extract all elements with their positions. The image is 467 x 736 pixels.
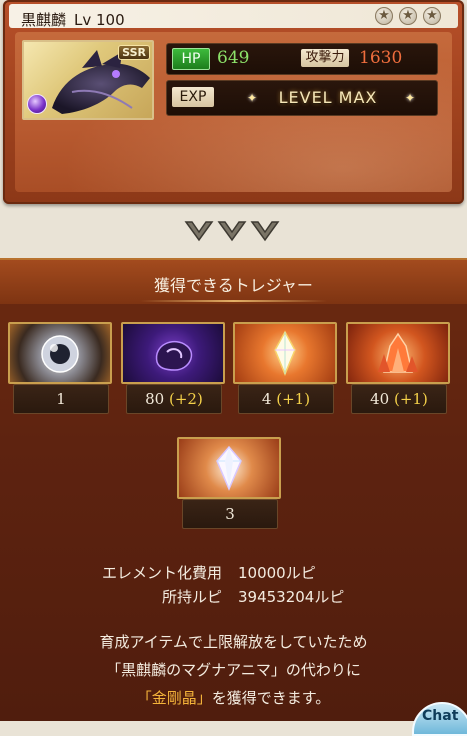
message-line: 「金剛晶」を獲得できます。 bbox=[0, 684, 467, 712]
character-name: 黒麒麟 bbox=[21, 11, 67, 29]
owned-rupie-label: 所持ルピ bbox=[161, 588, 222, 606]
treasure-count-value: 4 bbox=[261, 390, 272, 408]
highlight-item-name: 「金剛晶」 bbox=[136, 689, 212, 707]
rarity-star-icon: ★ bbox=[423, 7, 441, 25]
divider bbox=[140, 300, 327, 302]
attack-value: 1630 bbox=[359, 48, 403, 68]
treasure-count: 4 (+1) bbox=[238, 384, 334, 414]
conversion-message: 育成アイテムで上限解放をしていたため 「黒麒麟のマグナアニマ」の代わりに 「金剛… bbox=[0, 628, 467, 712]
treasure-count: 1 bbox=[13, 384, 109, 414]
character-name-line: 黒麒麟 Lv 100 bbox=[21, 9, 125, 30]
treasure-count: 40 (+1) bbox=[351, 384, 447, 414]
treasure-panel-title: 獲得できるトレジャー bbox=[154, 276, 313, 295]
treasure-count-value: 40 bbox=[370, 390, 390, 408]
dark-stone-icon bbox=[121, 322, 225, 384]
character-level: Lv 100 bbox=[74, 11, 125, 29]
message-line: 「黒麒麟のマグナアニマ」の代わりに bbox=[106, 661, 361, 679]
chevron-down-icon bbox=[217, 221, 247, 242]
diamond-icon bbox=[177, 437, 281, 499]
owned-rupie-row: 所持ルピ 39453204ルピ bbox=[0, 586, 467, 606]
message-line: 育成アイテムで上限解放をしていたため bbox=[99, 633, 368, 651]
exp-label: EXP bbox=[172, 87, 214, 107]
treasure-panel-header: 獲得できるトレジャー bbox=[0, 260, 467, 304]
level-max-label: LEVEL MAX bbox=[278, 88, 378, 107]
treasure-count-value: 3 bbox=[225, 505, 235, 523]
treasure-count: 3 bbox=[182, 499, 278, 529]
chevron-down-icon bbox=[184, 221, 214, 242]
treasure-count-value: 1 bbox=[56, 390, 66, 408]
hp-attack-bar: HP 649 攻撃力 1630 bbox=[166, 43, 438, 75]
character-title-bar: 黒麒麟 Lv 100 ★ ★ ★ bbox=[9, 4, 458, 30]
owned-rupie-value: 39453204ルピ bbox=[238, 588, 345, 606]
progression-arrows bbox=[184, 220, 280, 244]
treasure-bonus: (+1) bbox=[276, 390, 311, 408]
attack-label: 攻撃力 bbox=[301, 49, 349, 67]
message-line-rest: を獲得できます。 bbox=[211, 689, 331, 707]
exp-bar: EXP ✦ ✦ LEVEL MAX bbox=[166, 80, 438, 116]
element-cost-row: エレメント化費用 10000ルピ bbox=[0, 562, 467, 582]
sparkle-icon: ✦ bbox=[405, 91, 416, 105]
character-portrait[interactable]: SSR bbox=[22, 40, 154, 120]
hp-value: 649 bbox=[217, 48, 250, 68]
hp-label: HP bbox=[172, 48, 210, 70]
orb-icon bbox=[8, 322, 112, 384]
crystal-icon bbox=[233, 322, 337, 384]
treasure-bonus: (+1) bbox=[394, 390, 428, 408]
treasure-count-value: 80 bbox=[145, 390, 165, 408]
chevron-down-icon bbox=[250, 221, 280, 242]
element-cost-label: エレメント化費用 bbox=[101, 564, 222, 582]
dark-element-icon bbox=[27, 94, 47, 114]
rarity-star-icon: ★ bbox=[399, 7, 417, 25]
treasure-bonus: (+2) bbox=[169, 390, 203, 408]
ssr-badge: SSR bbox=[118, 45, 150, 60]
rarity-star-icon: ★ bbox=[375, 7, 393, 25]
fire-quartz-icon bbox=[346, 322, 450, 384]
treasure-count: 80 (+2) bbox=[126, 384, 222, 414]
treasure-panel: 獲得できるトレジャー 1 80 (+2) 4 (+1) 40 (+1) 3 エレ… bbox=[0, 258, 467, 721]
element-cost-value: 10000ルピ bbox=[238, 564, 316, 582]
